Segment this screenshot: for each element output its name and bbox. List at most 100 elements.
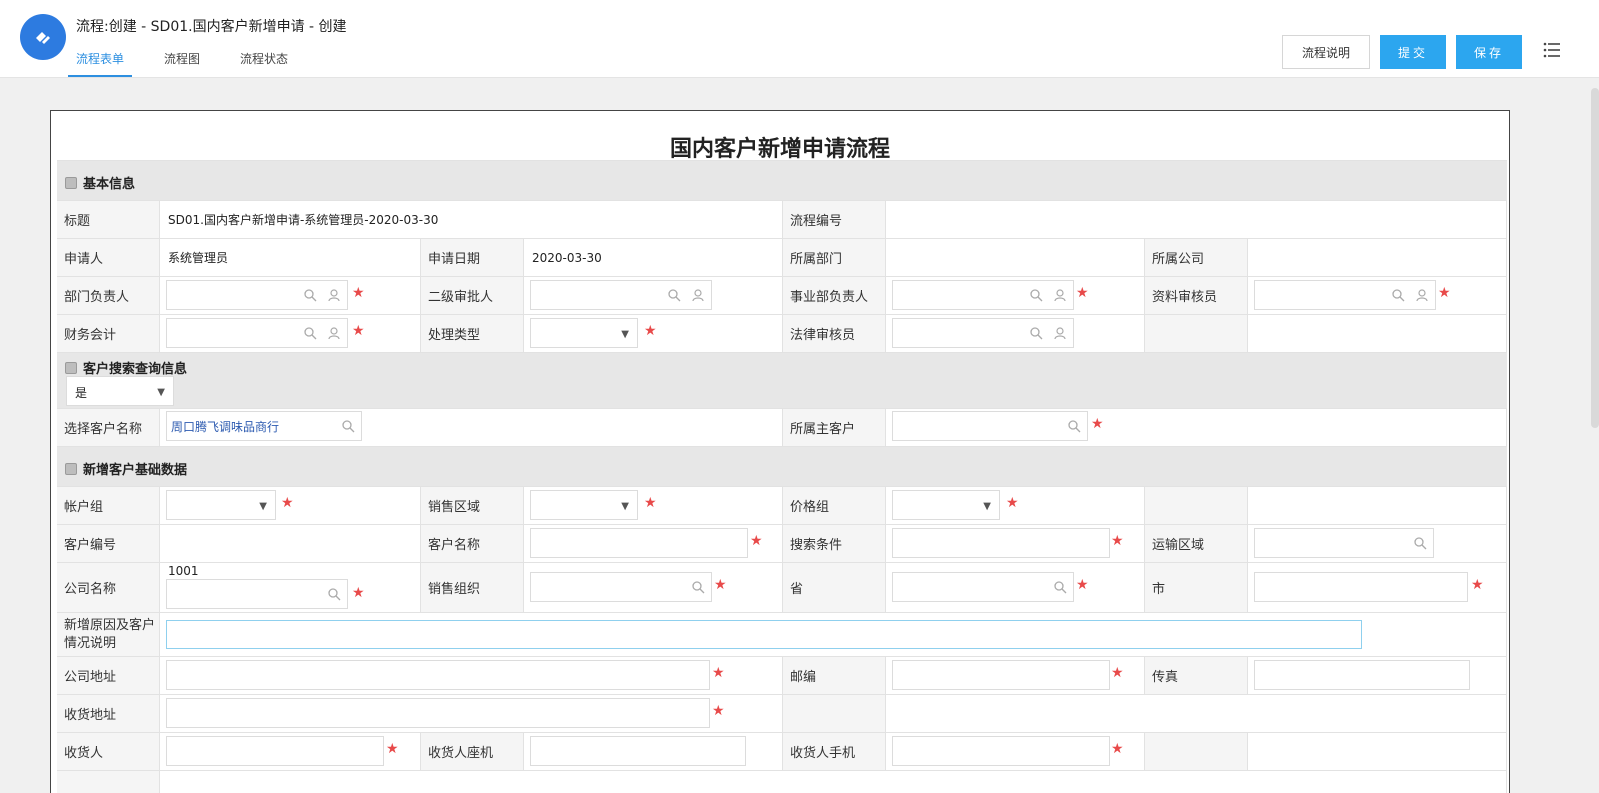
required-mark: ★ (712, 703, 725, 719)
required-mark: ★ (750, 533, 763, 549)
postcode-label: 邮编 (783, 657, 886, 694)
search-icon[interactable] (667, 288, 681, 302)
search-icon[interactable] (1413, 536, 1427, 550)
accountant-label: 财务会计 (57, 315, 160, 352)
apply-date-value: 2020-03-30 (524, 239, 783, 276)
person-select-icon[interactable] (1053, 326, 1067, 340)
fax-label: 传真 (1145, 657, 1248, 694)
required-mark: ★ (644, 323, 657, 339)
required-mark: ★ (1076, 285, 1089, 301)
required-mark: ★ (1111, 665, 1124, 681)
chevron-down-icon: ▼ (259, 501, 267, 512)
search-icon[interactable] (1053, 580, 1067, 594)
chevron-down-icon: ▼ (621, 329, 629, 340)
legal-reviewer-label: 法律审核员 (783, 315, 886, 352)
customer-no-label: 客户编号 (57, 525, 160, 562)
section-title: 新增客户基础数据 (83, 463, 188, 478)
dept-label: 所属部门 (783, 239, 886, 276)
ship-address-label: 收货地址 (57, 695, 160, 732)
city-input[interactable] (1254, 572, 1468, 602)
person-select-icon[interactable] (1415, 288, 1429, 302)
tab-flow-status[interactable]: 流程状态 (240, 48, 288, 78)
section-new-customer-data: 新增客户基础数据 (57, 446, 1507, 486)
search-icon[interactable] (691, 580, 705, 594)
required-mark: ★ (352, 585, 365, 601)
applicant-label: 申请人 (57, 239, 160, 276)
select-customer-input[interactable]: 周口腾飞调味品商行 (166, 411, 362, 441)
bu-head-input[interactable] (892, 280, 1074, 310)
second-approver-input[interactable] (530, 280, 712, 310)
customer-search-select[interactable]: 是 ▼ (66, 376, 174, 406)
transport-region-input[interactable] (1254, 528, 1434, 558)
fax-input[interactable] (1254, 660, 1470, 690)
chevron-down-icon: ▼ (983, 501, 991, 512)
province-input[interactable] (892, 572, 1074, 602)
account-group-select[interactable]: ▼ (166, 490, 276, 520)
second-approver-label: 二级审批人 (421, 277, 524, 314)
search-icon[interactable] (303, 326, 317, 340)
person-select-icon[interactable] (691, 288, 705, 302)
sales-org-input[interactable] (530, 572, 712, 602)
window-title: 流程:创建 - SD01.国内客户新增申请 - 创建 (76, 19, 347, 35)
search-icon[interactable] (327, 587, 341, 601)
person-select-icon[interactable] (327, 326, 341, 340)
company-name-input[interactable] (166, 579, 348, 609)
doc-reviewer-label: 资料审核员 (1145, 277, 1248, 314)
receiver-phone-input[interactable] (530, 736, 746, 766)
person-select-icon[interactable] (327, 288, 341, 302)
process-type-select[interactable]: ▼ (530, 318, 638, 348)
search-icon[interactable] (341, 419, 355, 433)
doc-reviewer-input[interactable] (1254, 280, 1436, 310)
accountant-input[interactable] (166, 318, 348, 348)
section-customer-search: 客户搜索查询信息 (57, 352, 1507, 408)
search-condition-input[interactable] (892, 528, 1110, 558)
search-cond-label: 搜索条件 (783, 525, 886, 562)
sales-region-select[interactable]: ▼ (530, 490, 638, 520)
flow-explain-button[interactable]: 流程说明 (1282, 35, 1370, 69)
legal-reviewer-input[interactable] (892, 318, 1074, 348)
flow-no-value (886, 201, 1507, 238)
price-group-select[interactable]: ▼ (892, 490, 1000, 520)
company-label: 所属公司 (1145, 239, 1248, 276)
company-address-input[interactable] (166, 660, 710, 690)
required-mark: ★ (1111, 741, 1124, 757)
required-mark: ★ (281, 495, 294, 511)
row-next (57, 770, 1507, 793)
search-icon[interactable] (1391, 288, 1405, 302)
save-button[interactable]: 保存 (1456, 35, 1522, 69)
receiver-mobile-input[interactable] (892, 736, 1110, 766)
reason-input[interactable] (166, 620, 1362, 649)
postcode-input[interactable] (892, 660, 1110, 690)
search-icon[interactable] (1029, 288, 1043, 302)
required-mark: ★ (352, 323, 365, 339)
company-value (1248, 239, 1507, 276)
receiver-input[interactable] (166, 736, 384, 766)
person-select-icon[interactable] (1053, 288, 1067, 302)
city-label: 市 (1145, 563, 1248, 612)
applicant-link[interactable]: 系统管理员 (168, 249, 228, 266)
required-mark: ★ (712, 665, 725, 681)
reason-label: 新增原因及客户情况说明 (57, 613, 160, 656)
account-group-label: 帐户组 (57, 487, 160, 524)
dept-head-input[interactable] (166, 280, 348, 310)
ship-address-input[interactable] (166, 698, 710, 728)
scrollbar[interactable] (1591, 88, 1599, 428)
customer-name-input[interactable] (530, 528, 748, 558)
search-icon[interactable] (303, 288, 317, 302)
main-customer-input[interactable] (892, 411, 1088, 441)
required-mark: ★ (714, 577, 727, 593)
search-icon[interactable] (1067, 419, 1081, 433)
search-icon[interactable] (1029, 326, 1043, 340)
company-name-code: 1001 (168, 564, 199, 578)
tab-bar: 流程表单 流程图 流程状态 (67, 48, 328, 78)
required-mark: ★ (644, 495, 657, 511)
tab-form[interactable]: 流程表单 (67, 48, 133, 78)
submit-button[interactable]: 提交 (1380, 35, 1446, 69)
tab-flowchart[interactable]: 流程图 (164, 48, 200, 78)
process-type-label: 处理类型 (421, 315, 524, 352)
chevron-down-icon: ▼ (621, 501, 629, 512)
dept-head-label: 部门负责人 (57, 277, 160, 314)
chevron-down-icon: ▼ (157, 387, 165, 398)
menu-icon[interactable] (1542, 40, 1562, 60)
select-customer-label: 选择客户名称 (57, 409, 160, 446)
